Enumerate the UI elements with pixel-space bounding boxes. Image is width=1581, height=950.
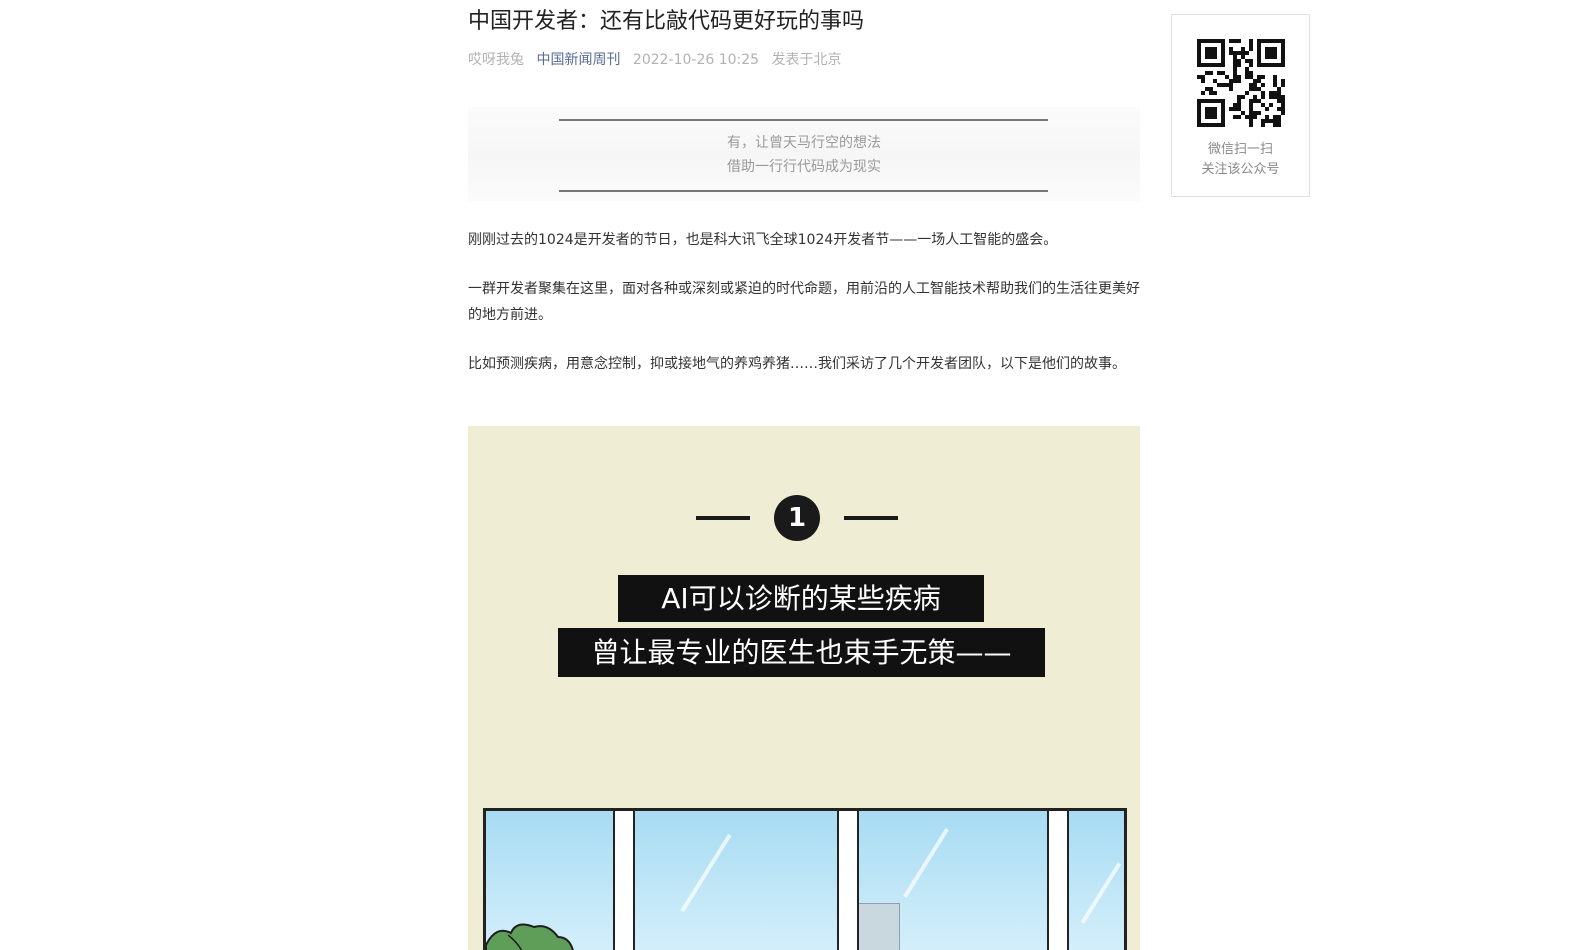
qr-caption-line: 微信扫一扫 [1207, 142, 1273, 157]
section-number-badge: 1 [774, 495, 820, 541]
number-rule-left [696, 516, 750, 520]
author-name: 哎呀我兔 [468, 52, 524, 68]
qr-caption: 微信扫一扫 关注该公众号 [1172, 140, 1309, 180]
quote-text: 有，让曾天马行空的想法 借助一行行代码成为现实 [468, 131, 1140, 179]
paragraph: 比如预测疾病，用意念控制，抑或接地气的养鸡养猪……我们采访了几个开发者团队，以下… [468, 356, 1126, 372]
plant-leaves-icon [486, 923, 574, 950]
number-rule-right [844, 516, 898, 520]
paragraph: 刚刚过去的1024是开发者的节日，也是科大讯飞全球1024开发者节——一场人工智… [468, 232, 1058, 248]
publish-location: 发表于北京 [771, 52, 842, 68]
article-meta: 哎呀我兔 中国新闻周刊 2022-10-26 10:25 发表于北京 [468, 50, 850, 70]
illustration-caption: 曾让最专业的医生也束手无策—— [558, 628, 1045, 677]
glass-glare [1080, 862, 1122, 924]
glass-glare [680, 833, 732, 913]
qr-caption-line: 关注该公众号 [1201, 162, 1280, 177]
quote-divider-bottom [559, 190, 1048, 192]
quote-line: 有，让曾天马行空的想法 [727, 135, 881, 151]
window-scene [483, 808, 1127, 950]
quote-line: 借助一行行代码成为现实 [727, 159, 881, 175]
article-illustration: 1 AI可以诊断的某些疾病 曾让最专业的医生也束手无策—— [468, 426, 1140, 950]
window-frame [613, 811, 635, 950]
account-link[interactable]: 中国新闻周刊 [536, 52, 620, 68]
distant-building [858, 903, 900, 950]
window-frame [837, 811, 859, 950]
qr-follow-card: 微信扫一扫 关注该公众号 [1171, 14, 1310, 197]
quote-block: 有，让曾天马行空的想法 借助一行行代码成为现实 [468, 107, 1140, 201]
paragraph: 一群开发者聚集在这里，面对各种或深刻或紧迫的时代命题，用前沿的人工智能技术帮助我… [468, 281, 1140, 323]
window-frame [1047, 811, 1069, 950]
article-title: 中国开发者：还有比敲代码更好玩的事吗 [468, 9, 865, 34]
publish-time: 2022-10-26 10:25 [632, 52, 760, 68]
quote-divider-top [559, 119, 1048, 121]
illustration-caption: AI可以诊断的某些疾病 [618, 575, 984, 622]
glass-glare [903, 828, 949, 898]
qr-code-icon [1197, 39, 1285, 127]
